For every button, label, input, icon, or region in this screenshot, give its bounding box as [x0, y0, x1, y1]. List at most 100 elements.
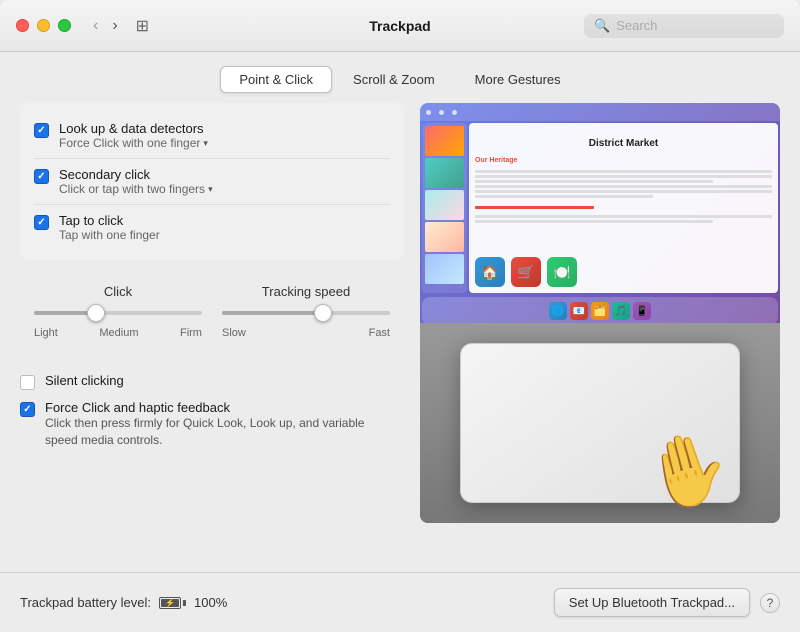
option-sublabel-tap-to-click: Tap with one finger — [59, 228, 160, 242]
mac-icon-3: 🍽️ — [547, 257, 577, 287]
option-row-tap-to-click: Tap to click Tap with one finger — [34, 204, 390, 250]
setup-bluetooth-button[interactable]: Set Up Bluetooth Trackpad... — [554, 588, 750, 617]
chevron-down-icon-lookup[interactable]: ▾ — [203, 138, 208, 149]
maximize-button[interactable] — [58, 19, 71, 32]
checkbox-tap-to-click[interactable] — [34, 215, 49, 230]
search-bar[interactable]: 🔍 — [584, 14, 784, 38]
tracking-slider-thumb[interactable] — [314, 304, 332, 322]
checkbox-silent-clicking[interactable] — [20, 375, 35, 390]
click-label-firm: Firm — [180, 327, 202, 339]
option-row-lookup: Look up & data detectors Force Click wit… — [34, 113, 390, 158]
bottom-option-label-force-click: Force Click and haptic feedback — [45, 400, 385, 415]
status-bar: Trackpad battery level: ⚡ 100% Set Up Bl… — [0, 572, 800, 632]
battery-percent: 100% — [194, 595, 227, 610]
close-button[interactable] — [16, 19, 29, 32]
click-label-medium: Medium — [99, 327, 138, 339]
bottom-option-text-force-click: Force Click and haptic feedback Click th… — [45, 400, 385, 449]
sliders-container: Click Light Medium Firm — [20, 268, 404, 367]
traffic-lights — [16, 19, 71, 32]
preview-top: District Market Our Heritage — [420, 103, 780, 323]
tracking-label-slow: Slow — [222, 327, 246, 339]
left-panel: Look up & data detectors Force Click wit… — [20, 103, 404, 563]
mac-line-accent — [475, 206, 594, 209]
checkbox-lookup[interactable] — [34, 123, 49, 138]
option-row-secondary-click: Secondary click Click or tap with two fi… — [34, 158, 390, 204]
minimize-button[interactable] — [37, 19, 50, 32]
mac-menubar — [420, 103, 780, 121]
titlebar: ‹ › ⊞ Trackpad 🔍 — [0, 0, 800, 52]
trackpad-preview-container: 🤚 — [420, 323, 780, 523]
window-title: Trackpad — [369, 18, 430, 34]
tab-more-gestures[interactable]: More Gestures — [456, 66, 580, 93]
dock-icon-5: 📱 — [633, 302, 651, 320]
help-button[interactable]: ? — [760, 593, 780, 613]
mac-menubar-dot2 — [439, 110, 444, 115]
bottom-option-sublabel-force-click: Click then press firmly for Quick Look, … — [45, 415, 385, 449]
mac-line-1 — [475, 170, 772, 173]
tracking-slider-track — [222, 311, 390, 315]
mac-thumb-4 — [425, 222, 464, 252]
option-sublabel-secondary-click: Click or tap with two fingers ▾ — [59, 182, 213, 196]
preview-bottom: 🤚 — [420, 323, 780, 523]
option-label-tap-to-click: Tap to click — [59, 213, 160, 228]
click-label-light: Light — [34, 327, 58, 339]
mac-menubar-dot — [426, 110, 431, 115]
tab-scroll-zoom[interactable]: Scroll & Zoom — [334, 66, 454, 93]
checkboxes-section: Look up & data detectors Force Click wit… — [20, 103, 404, 260]
mac-sidebar — [422, 123, 467, 293]
battery-info: Trackpad battery level: ⚡ 100% — [20, 595, 227, 610]
mac-icon-2: 🛒 — [511, 257, 541, 287]
back-arrow-icon[interactable]: ‹ — [89, 15, 102, 37]
forward-arrow-icon[interactable]: › — [108, 15, 121, 37]
mac-thumb-2 — [425, 158, 464, 188]
checkbox-force-click[interactable] — [20, 402, 35, 417]
mac-screenshot-preview: District Market Our Heritage — [420, 103, 780, 323]
battery-icon: ⚡ — [159, 597, 186, 609]
option-text-tap-to-click: Tap to click Tap with one finger — [59, 213, 160, 242]
mac-line-7 — [475, 215, 772, 218]
search-icon: 🔍 — [594, 18, 610, 34]
checkbox-secondary-click[interactable] — [34, 169, 49, 184]
bottom-option-text-silent: Silent clicking — [45, 373, 124, 388]
trackpad-preferences-window: ‹ › ⊞ Trackpad 🔍 Point & Click Scroll & … — [0, 0, 800, 632]
mac-content-area: District Market Our Heritage — [420, 121, 780, 295]
sliders-section: Click Light Medium Firm — [20, 272, 404, 351]
mac-line-3 — [475, 180, 713, 183]
click-slider-track — [34, 311, 202, 315]
lightning-icon: ⚡ — [165, 598, 175, 607]
mac-main: District Market Our Heritage — [469, 123, 778, 293]
tracking-label-fast: Fast — [369, 327, 390, 339]
option-sublabel-lookup: Force Click with one finger ▾ — [59, 136, 208, 150]
mac-line-6 — [475, 195, 653, 198]
dock-icon-4: 🎵 — [612, 302, 630, 320]
option-label-lookup: Look up & data detectors — [59, 121, 208, 136]
click-slider-thumb[interactable] — [87, 304, 105, 322]
nav-arrows: ‹ › — [89, 15, 122, 37]
battery-label: Trackpad battery level: — [20, 595, 151, 610]
bottom-option-row-silent: Silent clicking — [20, 371, 404, 392]
mac-line-4 — [475, 185, 772, 188]
chevron-down-icon-secondary[interactable]: ▾ — [208, 184, 213, 195]
mac-preview-title: District Market — [589, 138, 658, 149]
bottom-options: Silent clicking Force Click and haptic f… — [20, 367, 404, 455]
mac-line-8 — [475, 220, 713, 223]
mac-dock: 🌐 📧 🗂️ 🎵 📱 — [422, 297, 778, 323]
mac-line-5 — [475, 190, 772, 193]
dock-icon-1: 🌐 — [549, 302, 567, 320]
tabs-bar: Point & Click Scroll & Zoom More Gesture… — [0, 52, 800, 103]
click-slider-label: Click — [104, 284, 132, 299]
mac-thumb-1 — [425, 126, 464, 156]
search-input[interactable] — [616, 18, 774, 33]
status-right: Set Up Bluetooth Trackpad... ? — [554, 588, 780, 617]
mac-thumb-3 — [425, 190, 464, 220]
option-text-secondary-click: Secondary click Click or tap with two fi… — [59, 167, 213, 196]
battery-nub — [183, 600, 186, 606]
bottom-option-row-force-click: Force Click and haptic feedback Click th… — [20, 398, 404, 451]
grid-icon[interactable]: ⊞ — [136, 16, 149, 36]
tab-point-click[interactable]: Point & Click — [220, 66, 332, 93]
bottom-option-label-silent: Silent clicking — [45, 373, 124, 388]
click-slider-group: Click Light Medium Firm — [34, 284, 202, 339]
right-panel: District Market Our Heritage — [420, 103, 780, 563]
mac-icon-1: 🏠 — [475, 257, 505, 287]
option-text-lookup: Look up & data detectors Force Click wit… — [59, 121, 208, 150]
